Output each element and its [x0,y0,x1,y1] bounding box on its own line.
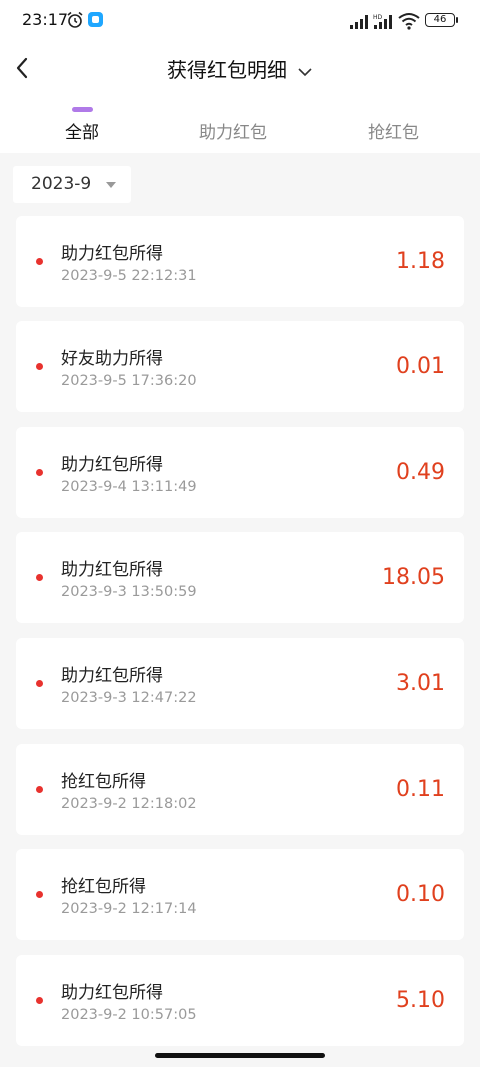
tab-assist-redpacket[interactable]: 助力红包 [199,118,267,143]
record-amount: 3.01 [396,671,445,696]
status-dot [36,469,43,476]
status-bar: 23:17 HD 46 [0,0,480,40]
status-dot [36,680,43,687]
record-amount: 0.49 [396,460,445,485]
record-time: 2023-9-2 10:57:05 [61,1007,197,1023]
status-dot [36,258,43,265]
hd-signal-icon: HD [373,14,392,29]
record-name: 好友助力所得 [61,349,163,369]
battery-icon: 46 [425,13,458,27]
alarm-icon [67,11,83,28]
record-item[interactable]: 抢红包所得 2023-9-2 12:17:14 0.10 [16,849,464,940]
record-item[interactable]: 助力红包所得 2023-9-4 13:11:49 0.49 [16,427,464,518]
record-time: 2023-9-2 12:18:02 [61,796,197,812]
record-amount: 0.10 [396,882,445,907]
record-time: 2023-9-5 17:36:20 [61,373,197,389]
record-amount: 0.01 [396,354,445,379]
month-filter-value: 2023-9 [31,174,92,194]
status-dot [36,891,43,898]
record-item[interactable]: 助力红包所得 2023-9-2 10:57:05 5.10 [16,955,464,1046]
wifi-icon [398,13,420,30]
home-indicator[interactable] [155,1053,325,1058]
caret-down-icon [106,182,116,188]
status-dot [36,997,43,1004]
status-dot [36,574,43,581]
record-time: 2023-9-4 13:11:49 [61,479,197,495]
month-filter-select[interactable]: 2023-9 [13,166,131,203]
record-item[interactable]: 助力红包所得 2023-9-3 12:47:22 3.01 [16,638,464,729]
status-time: 23:17 [22,10,69,29]
record-name: 助力红包所得 [61,560,163,580]
tab-all[interactable]: 全部 [65,118,99,143]
record-time: 2023-9-3 13:50:59 [61,584,197,600]
chevron-down-icon [298,67,312,76]
status-dot [36,786,43,793]
app-icon [88,12,103,27]
record-amount: 0.11 [396,777,445,802]
signal-icon [350,15,368,29]
record-time: 2023-9-2 12:17:14 [61,901,197,917]
page-title: 获得红包明细 [167,58,287,82]
svg-text:HD: HD [373,14,383,21]
record-name: 助力红包所得 [61,666,163,686]
record-time: 2023-9-5 22:12:31 [61,268,197,284]
record-amount: 5.10 [396,988,445,1013]
record-item[interactable]: 助力红包所得 2023-9-5 22:12:31 1.18 [16,216,464,307]
tab-bar: 全部 助力红包 抢红包 [0,118,480,153]
record-item[interactable]: 抢红包所得 2023-9-2 12:18:02 0.11 [16,744,464,835]
record-amount: 18.05 [382,565,445,590]
status-dot [36,363,43,370]
active-tab-indicator [72,107,93,112]
record-name: 助力红包所得 [61,983,163,1003]
record-amount: 1.18 [396,249,445,274]
header: 获得红包明细 全部 助力红包 抢红包 [0,40,480,153]
tab-grab-redpacket[interactable]: 抢红包 [368,118,419,143]
record-name: 抢红包所得 [61,772,146,792]
record-name: 助力红包所得 [61,455,163,475]
record-item[interactable]: 好友助力所得 2023-9-5 17:36:20 0.01 [16,321,464,412]
record-name: 助力红包所得 [61,244,163,264]
record-time: 2023-9-3 12:47:22 [61,690,197,706]
page-title-dropdown[interactable]: 获得红包明细 [0,54,480,83]
record-item[interactable]: 助力红包所得 2023-9-3 13:50:59 18.05 [16,532,464,623]
record-name: 抢红包所得 [61,877,146,897]
